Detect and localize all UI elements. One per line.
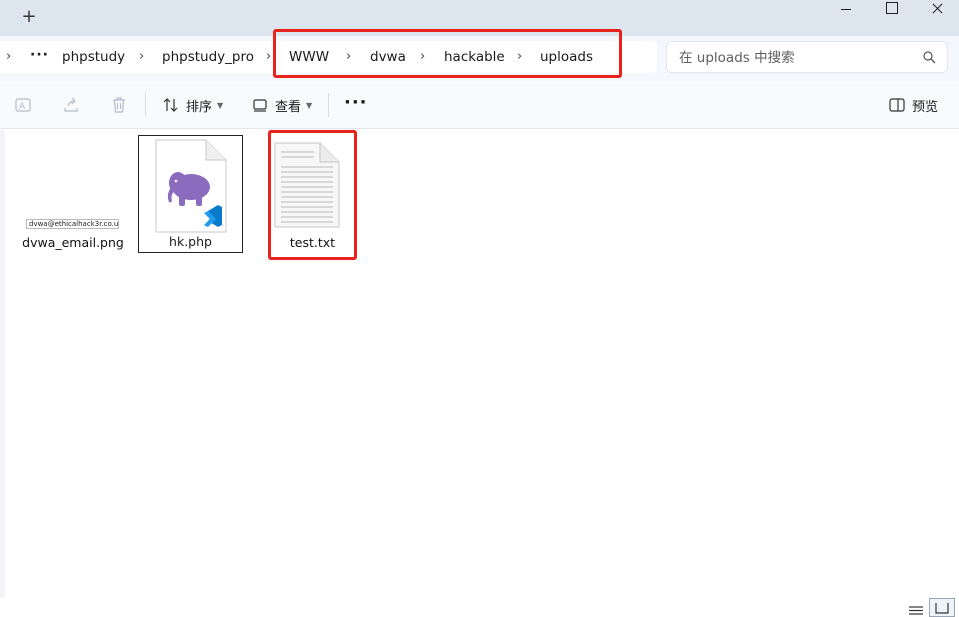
minimize-button[interactable] xyxy=(822,0,868,18)
more-options-button[interactable]: ··· xyxy=(344,93,368,113)
file-name: hk.php xyxy=(169,234,212,249)
toolbar-divider xyxy=(328,93,329,117)
sort-icon xyxy=(163,98,178,112)
close-button[interactable] xyxy=(914,0,959,18)
breadcrumb-overflow-button[interactable]: ··· xyxy=(30,41,49,73)
breadcrumb-item-phpstudy[interactable]: phpstudy xyxy=(62,41,125,73)
sort-label: 排序 xyxy=(186,99,213,115)
status-bar xyxy=(0,597,959,617)
search-icon[interactable] xyxy=(923,51,936,64)
view-button[interactable]: 查看 ▼ xyxy=(251,92,312,118)
file-highlight-annotation xyxy=(268,130,357,260)
chevron-right-icon[interactable]: › xyxy=(266,41,271,73)
file-name: dvwa_email.png xyxy=(22,235,124,250)
pane-divider xyxy=(0,130,5,597)
breadcrumb-highlight-annotation xyxy=(273,29,622,78)
preview-label: 预览 xyxy=(912,99,939,115)
view-label: 查看 xyxy=(275,99,302,115)
toolbar-divider xyxy=(145,93,146,117)
php-file-icon xyxy=(155,139,227,233)
chevron-down-icon: ▼ xyxy=(217,100,224,110)
svg-text:A: A xyxy=(19,102,26,112)
details-view-icon[interactable] xyxy=(907,603,925,617)
file-item-dvwa-email[interactable]: dvwa_email.png xyxy=(20,140,126,252)
sort-button[interactable]: 排序 ▼ xyxy=(162,92,223,118)
preview-pane-button[interactable]: 预览 xyxy=(888,92,938,118)
file-item-hk-php[interactable]: hk.php xyxy=(138,135,243,253)
maximize-button[interactable] xyxy=(868,0,914,18)
chevron-right-icon[interactable]: › xyxy=(139,41,144,73)
large-icons-view-icon xyxy=(935,603,949,614)
large-icons-view-button[interactable] xyxy=(929,598,955,617)
breadcrumb-item-phpstudy-pro[interactable]: phpstudy_pro xyxy=(162,41,254,73)
chevron-down-icon: ▼ xyxy=(306,100,313,110)
image-thumbnail: dvwa@ethicalhack3r.co.uk xyxy=(26,219,119,229)
new-tab-button[interactable]: + xyxy=(18,6,40,28)
share-icon[interactable] xyxy=(62,96,80,114)
delete-icon[interactable] xyxy=(110,96,128,114)
chevron-right-icon[interactable]: › xyxy=(6,41,11,73)
rename-icon[interactable]: A xyxy=(14,96,32,114)
view-icon xyxy=(253,99,267,112)
command-bar: A 排序 ▼ 查看 ▼ ··· 预览 xyxy=(0,81,959,129)
search-box[interactable] xyxy=(666,41,948,73)
search-input[interactable] xyxy=(679,48,909,68)
preview-pane-icon xyxy=(889,98,905,112)
